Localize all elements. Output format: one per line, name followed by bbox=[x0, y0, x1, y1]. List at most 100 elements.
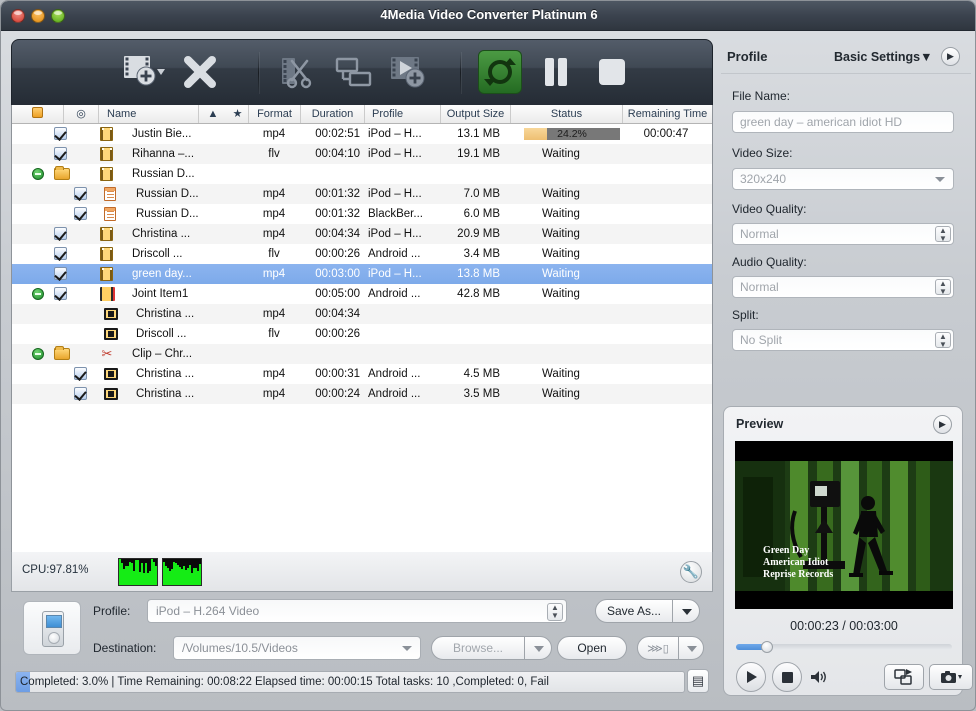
header-profile[interactable]: Profile bbox=[365, 105, 441, 123]
row-checkbox[interactable] bbox=[54, 247, 67, 260]
doc-icon bbox=[104, 187, 116, 201]
cell-profile: BlackBer... bbox=[368, 204, 438, 224]
preview-stop-button[interactable] bbox=[772, 662, 802, 692]
row-checkbox[interactable] bbox=[74, 187, 87, 200]
preview-seek-slider[interactable] bbox=[736, 644, 952, 650]
cell-profile: Android ... bbox=[368, 364, 438, 384]
settings-wrench-icon[interactable]: 🔧 bbox=[680, 561, 702, 583]
table-row[interactable]: ✂ Clip – Chr... bbox=[12, 344, 712, 364]
add-file-button[interactable] bbox=[116, 44, 172, 100]
video-quality-stepper[interactable]: Normal ▲ ▼ bbox=[732, 223, 954, 245]
effect-button[interactable] bbox=[382, 44, 438, 100]
cell-profile: Android ... bbox=[368, 384, 438, 404]
header-duration[interactable]: Duration bbox=[301, 105, 365, 123]
volume-icon[interactable] bbox=[810, 669, 828, 690]
cell-name: Clip – Chr... bbox=[132, 344, 224, 364]
header-star-cell[interactable]: ★ bbox=[227, 105, 249, 123]
table-row[interactable]: Christina ... mp4 00:00:31 Android ... 4.5 M… bbox=[12, 364, 712, 384]
preview-expand-button[interactable]: ▶ bbox=[933, 415, 952, 434]
table-row[interactable]: Russian D... mp4 00:01:32 iPod – H... 7.0 MB… bbox=[12, 184, 712, 204]
table-row[interactable]: Justin Bie... mp4 00:02:51 iPod – H... 13.1 … bbox=[12, 124, 712, 144]
header-target-cell[interactable]: ◎ bbox=[64, 105, 99, 123]
stepper-arrows-icon[interactable]: ▲ ▼ bbox=[935, 279, 951, 295]
save-as-button[interactable]: Save As... bbox=[595, 599, 673, 623]
row-checkbox[interactable] bbox=[54, 267, 67, 280]
video-size-select[interactable]: 320x240 bbox=[732, 168, 954, 190]
stepper-arrows-icon[interactable]: ▲ ▼ bbox=[935, 332, 951, 348]
log-button[interactable]: ▤ bbox=[687, 669, 709, 693]
header-output-size[interactable]: Output Size bbox=[441, 105, 511, 123]
panel-expand-button[interactable]: ▶ bbox=[941, 47, 960, 66]
cell-format bbox=[249, 284, 299, 304]
profile-select[interactable]: iPod – H.264 Video ▲ ▼ bbox=[147, 599, 567, 623]
browse-menu-button[interactable] bbox=[524, 636, 552, 660]
table-row[interactable]: Driscoll ... flv 00:00:26 bbox=[12, 324, 712, 344]
preview-play-button[interactable] bbox=[736, 662, 766, 692]
profile-value: iPod – H.264 Video bbox=[156, 604, 259, 618]
folder-icon bbox=[54, 168, 70, 180]
pause-button[interactable] bbox=[528, 44, 584, 100]
file-name-input[interactable]: green day – american idiot HD bbox=[732, 111, 954, 133]
row-checkbox[interactable] bbox=[74, 367, 87, 380]
settings-mode-dropdown[interactable]: Basic Settings▼ bbox=[834, 50, 933, 64]
cell-output-size: 3.5 MB bbox=[442, 384, 500, 404]
header-checkbox-cell[interactable] bbox=[12, 105, 64, 123]
preview-snapshot-folder-button[interactable] bbox=[884, 664, 924, 690]
row-checkbox[interactable] bbox=[54, 287, 67, 300]
remove-button[interactable] bbox=[172, 44, 228, 100]
destination-select[interactable]: /Volumes/10.5/Videos bbox=[173, 636, 421, 660]
profile-label: Profile: bbox=[93, 604, 130, 618]
chevron-down-icon[interactable] bbox=[402, 646, 412, 651]
table-row[interactable]: Driscoll ... flv 00:00:26 Android ... 3.4 MB… bbox=[12, 244, 712, 264]
convert-button[interactable] bbox=[472, 44, 528, 100]
collapse-group-icon[interactable] bbox=[32, 288, 44, 300]
cell-output-size: 4.5 MB bbox=[442, 364, 500, 384]
status-bar: Completed: 3.0% | Time Remaining: 00:08:… bbox=[15, 671, 685, 693]
send-to-device-button[interactable]: ⋙▯ bbox=[637, 636, 679, 660]
stepper-arrows-icon[interactable]: ▲ ▼ bbox=[935, 226, 951, 242]
cell-duration bbox=[302, 344, 360, 364]
cell-format: mp4 bbox=[249, 264, 299, 284]
stop-button[interactable] bbox=[584, 44, 640, 100]
row-checkbox[interactable] bbox=[54, 227, 67, 240]
profile-stepper-icon[interactable]: ▲ ▼ bbox=[547, 603, 563, 621]
merge-button[interactable] bbox=[326, 44, 382, 100]
row-checkbox[interactable] bbox=[74, 207, 87, 220]
split-stepper[interactable]: No Split ▲ ▼ bbox=[732, 329, 954, 351]
table-row[interactable]: Russian D... mp4 00:01:32 BlackBer... 6.0 MB… bbox=[12, 204, 712, 224]
status-text: Completed: 3.0% | Time Remaining: 00:08:… bbox=[20, 672, 549, 692]
cell-name: Russian D... bbox=[132, 164, 224, 184]
header-format[interactable]: Format bbox=[249, 105, 301, 123]
table-row[interactable]: Christina ... mp4 00:00:24 Android ... 3.5 M… bbox=[12, 384, 712, 404]
seek-knob[interactable] bbox=[761, 641, 773, 653]
cell-duration: 00:05:00 bbox=[302, 284, 360, 304]
cell-name: Driscoll ... bbox=[136, 324, 228, 344]
header-sort-indicator[interactable]: ▲ bbox=[199, 105, 227, 123]
open-button[interactable]: Open bbox=[557, 636, 627, 660]
table-row[interactable]: Christina ... mp4 00:04:34 iPod – H... 20.9 … bbox=[12, 224, 712, 244]
header-remaining-time[interactable]: Remaining Time bbox=[623, 105, 712, 123]
row-checkbox[interactable] bbox=[74, 387, 87, 400]
audio-quality-stepper[interactable]: Normal ▲ ▼ bbox=[732, 276, 954, 298]
table-row[interactable]: green day... mp4 00:03:00 iPod – H... 13.8 M… bbox=[12, 264, 712, 284]
browse-button[interactable]: Browse... bbox=[431, 636, 525, 660]
preview-video[interactable]: Green Day American Idiot Reprise Records bbox=[735, 441, 953, 609]
table-row[interactable]: Russian D... bbox=[12, 164, 712, 184]
row-checkbox[interactable] bbox=[54, 127, 67, 140]
collapse-group-icon[interactable] bbox=[32, 348, 44, 360]
device-button[interactable] bbox=[23, 601, 81, 655]
table-row[interactable]: Rihanna –... flv 00:04:10 iPod – H... 19.1 M… bbox=[12, 144, 712, 164]
header-name[interactable]: Name bbox=[99, 105, 199, 123]
row-checkbox[interactable] bbox=[54, 147, 67, 160]
clip-button[interactable] bbox=[270, 44, 326, 100]
save-as-menu-button[interactable] bbox=[672, 599, 700, 623]
header-status[interactable]: Status bbox=[511, 105, 623, 123]
collapse-group-icon[interactable] bbox=[32, 168, 44, 180]
cell-duration: 00:00:31 bbox=[302, 364, 360, 384]
cell-output-size: 13.1 MB bbox=[442, 124, 500, 144]
table-row[interactable]: Joint Item1 00:05:00 Android ... 42.8 MB Wai… bbox=[12, 284, 712, 304]
table-row[interactable]: Christina ... mp4 00:04:34 bbox=[12, 304, 712, 324]
send-to-device-menu-button[interactable] bbox=[678, 636, 704, 660]
preview-camera-button[interactable] bbox=[929, 664, 973, 690]
preview-panel: Preview ▶ Green Day American Idiot Repri… bbox=[723, 406, 963, 696]
